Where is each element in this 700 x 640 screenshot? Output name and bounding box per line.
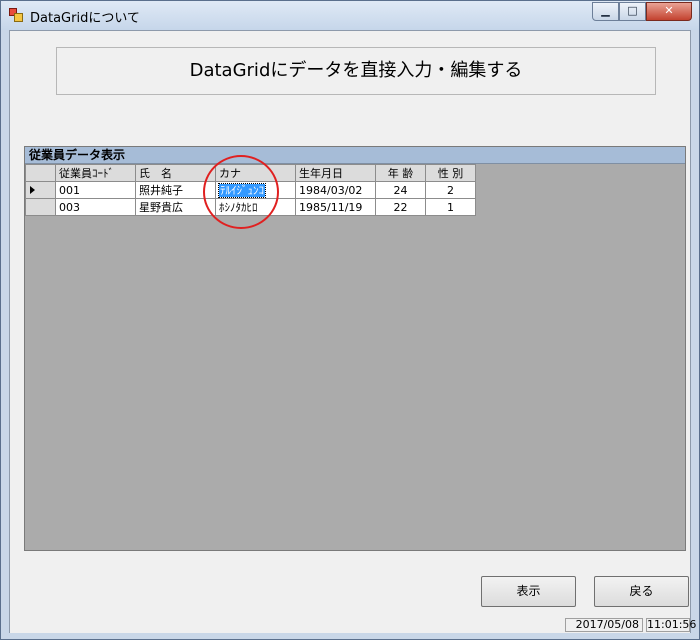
- window-title: DataGridについて: [30, 11, 140, 26]
- maximize-icon: □: [627, 4, 638, 17]
- data-grid[interactable]: 従業員データ表示 従業員ｺｰﾄﾞ 氏 名 カナ 生年月日 年 齢 性 別 001…: [24, 146, 686, 551]
- title-bar[interactable]: DataGridについて ▁ □ ✕: [1, 1, 699, 30]
- back-button[interactable]: 戻る: [594, 576, 689, 607]
- cell-sex[interactable]: 1: [425, 198, 476, 216]
- show-button[interactable]: 表示: [481, 576, 576, 607]
- close-button[interactable]: ✕: [646, 2, 692, 21]
- minimize-button[interactable]: ▁: [592, 2, 619, 21]
- cell-age[interactable]: 24: [375, 181, 426, 199]
- page-heading: DataGridにデータを直接入力・編集する: [56, 47, 656, 95]
- client-area: DataGridにデータを直接入力・編集する 従業員データ表示 従業員ｺｰﾄﾞ …: [9, 30, 697, 633]
- status-time: 11:01:56: [646, 618, 697, 632]
- row-header[interactable]: [25, 181, 56, 199]
- current-row-arrow-icon: [30, 185, 35, 194]
- row-header[interactable]: [25, 198, 56, 216]
- cell-code[interactable]: 003: [55, 198, 136, 216]
- cell-age[interactable]: 22: [375, 198, 426, 216]
- highlight-circle-annotation: [203, 155, 279, 229]
- column-header-birthdate[interactable]: 生年月日: [295, 164, 376, 182]
- status-bar: 2017/05/08 11:01:56: [10, 617, 697, 633]
- column-header-age[interactable]: 年 齢: [375, 164, 426, 182]
- cell-birthdate[interactable]: 1985/11/19: [295, 198, 376, 216]
- main-window: DataGridについて ▁ □ ✕ DataGridにデータを直接入力・編集す…: [0, 0, 700, 640]
- status-date: 2017/05/08: [565, 618, 643, 632]
- grid-caption: 従業員データ表示: [25, 147, 685, 164]
- column-header-sex[interactable]: 性 別: [425, 164, 476, 182]
- row-header-corner: [25, 164, 56, 182]
- column-header-name[interactable]: 氏 名: [135, 164, 216, 182]
- cell-birthdate[interactable]: 1984/03/02: [295, 181, 376, 199]
- app-icon[interactable]: [9, 8, 23, 22]
- cell-sex[interactable]: 2: [425, 181, 476, 199]
- column-header-code[interactable]: 従業員ｺｰﾄﾞ: [55, 164, 136, 182]
- cell-code[interactable]: 001: [55, 181, 136, 199]
- maximize-button[interactable]: □: [619, 2, 646, 21]
- minimize-icon: ▁: [601, 4, 610, 17]
- close-icon: ✕: [664, 4, 674, 17]
